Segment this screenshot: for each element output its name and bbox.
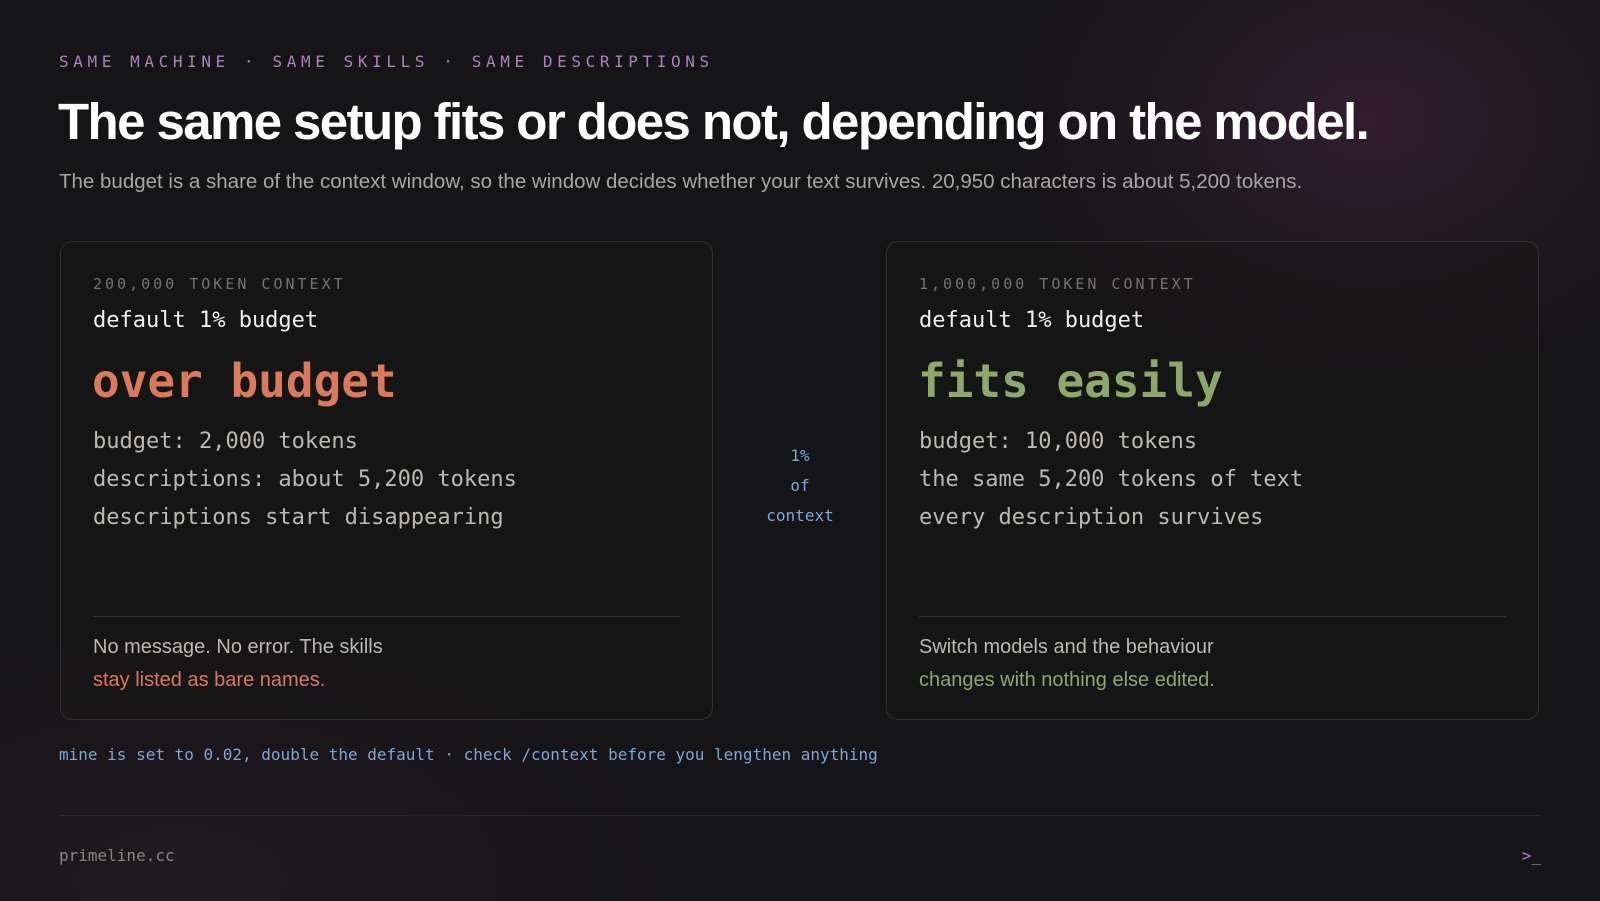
card-200k-context: 200,000 TOKEN CONTEXT default 1% budget … — [60, 241, 713, 720]
default-budget-line: default 1% budget — [93, 308, 319, 333]
budget-stat: budget: 2,000 tokens — [93, 429, 358, 454]
outcome-stat: every description survives — [919, 505, 1264, 530]
card-footnote-line1: No message. No error. The skills — [93, 636, 383, 658]
middle-label-context: context — [766, 506, 834, 525]
config-note: mine is set to 0.02, double the default … — [59, 745, 878, 764]
verdict-fits-easily: fits easily — [918, 354, 1223, 408]
context-label: 200,000 TOKEN CONTEXT — [93, 275, 346, 293]
card-divider — [919, 616, 1506, 617]
default-budget-line: default 1% budget — [919, 308, 1145, 333]
footer-site-name: primeline.cc — [59, 846, 175, 865]
page-title: The same setup fits or does not, dependi… — [58, 93, 1370, 150]
card-footnote-line1: Switch models and the behaviour — [919, 636, 1214, 658]
card-footnote-line2: stay listed as bare names. — [93, 669, 326, 691]
context-label: 1,000,000 TOKEN CONTEXT — [919, 275, 1196, 293]
card-footnote-line2: changes with nothing else edited. — [919, 669, 1215, 691]
card-1m-context: 1,000,000 TOKEN CONTEXT default 1% budge… — [886, 241, 1539, 720]
budget-stat: budget: 10,000 tokens — [919, 429, 1198, 454]
middle-label: 1% of context — [750, 441, 850, 531]
middle-label-of: of — [790, 476, 810, 495]
page-subtitle: The budget is a share of the context win… — [59, 170, 1303, 193]
footer-divider — [59, 815, 1541, 816]
descriptions-stat: descriptions: about 5,200 tokens — [93, 467, 517, 492]
outcome-stat: descriptions start disappearing — [93, 505, 504, 530]
kicker: SAME MACHINE · SAME SKILLS · SAME DESCRI… — [59, 52, 714, 71]
card-divider — [93, 616, 680, 617]
verdict-over-budget: over budget — [92, 354, 397, 408]
middle-label-percent: 1% — [790, 446, 810, 465]
descriptions-stat: the same 5,200 tokens of text — [919, 467, 1304, 492]
terminal-prompt-icon: >_ — [1521, 846, 1541, 865]
